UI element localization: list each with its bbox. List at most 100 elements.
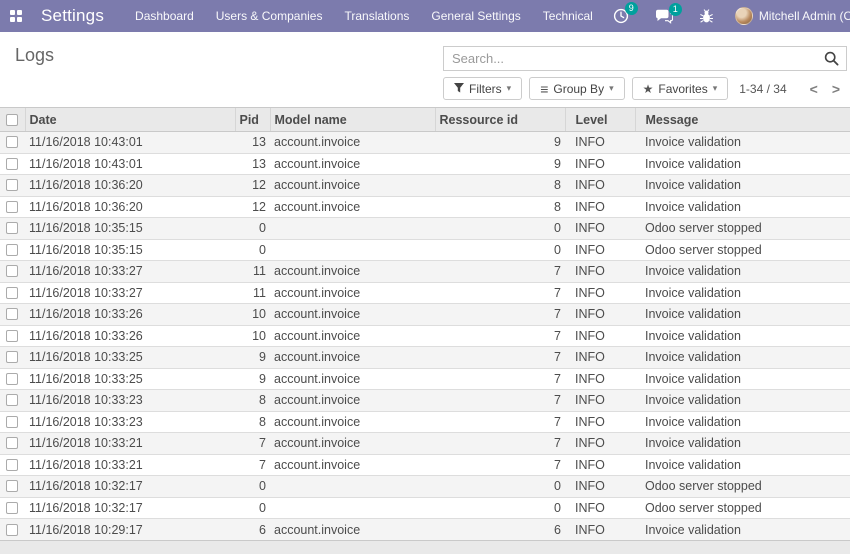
cell-ressource-id: 9 xyxy=(435,153,565,175)
row-checkbox[interactable] xyxy=(6,459,18,471)
apps-menu-icon[interactable] xyxy=(10,10,23,23)
row-checkbox[interactable] xyxy=(6,136,18,148)
activities-button[interactable]: 9 xyxy=(604,6,638,26)
table-row[interactable]: 11/16/2018 10:32:1700INFOOdoo server sto… xyxy=(0,497,850,519)
cell-model: account.invoice xyxy=(270,519,435,541)
row-checkbox[interactable] xyxy=(6,394,18,406)
table-row[interactable]: 11/16/2018 10:36:2012account.invoice8INF… xyxy=(0,196,850,218)
column-header-ressource-id[interactable]: Ressource id xyxy=(435,108,565,132)
cell-date: 11/16/2018 10:33:23 xyxy=(25,411,235,433)
cell-pid: 0 xyxy=(235,239,270,261)
row-checkbox[interactable] xyxy=(6,222,18,234)
table-row[interactable]: 11/16/2018 10:33:2711account.invoice7INF… xyxy=(0,261,850,283)
pager: 1-34 / 34 < > xyxy=(739,81,847,97)
row-checkbox[interactable] xyxy=(6,308,18,320)
row-checkbox[interactable] xyxy=(6,201,18,213)
table-row[interactable]: 11/16/2018 10:35:1500INFOOdoo server sto… xyxy=(0,218,850,240)
row-select-cell xyxy=(0,196,25,218)
cell-ressource-id: 0 xyxy=(435,497,565,519)
column-header-pid[interactable]: Pid xyxy=(235,108,270,132)
row-select-cell xyxy=(0,325,25,347)
group-by-label: Group By xyxy=(553,82,604,96)
row-select-cell xyxy=(0,454,25,476)
cell-ressource-id: 7 xyxy=(435,411,565,433)
table-row[interactable]: 11/16/2018 10:33:217account.invoice7INFO… xyxy=(0,433,850,455)
table-row[interactable]: 11/16/2018 10:33:259account.invoice7INFO… xyxy=(0,368,850,390)
column-header-model-name[interactable]: Model name xyxy=(270,108,435,132)
row-checkbox[interactable] xyxy=(6,416,18,428)
cell-ressource-id: 7 xyxy=(435,304,565,326)
pager-previous-button[interactable]: < xyxy=(803,81,825,97)
cell-message: Invoice validation xyxy=(635,433,850,455)
cell-date: 11/16/2018 10:43:01 xyxy=(25,153,235,175)
row-select-cell xyxy=(0,347,25,369)
table-row[interactable]: 11/16/2018 10:33:2610account.invoice7INF… xyxy=(0,325,850,347)
row-checkbox[interactable] xyxy=(6,158,18,170)
column-header-level[interactable]: Level xyxy=(565,108,635,132)
table-row[interactable]: 11/16/2018 10:43:0113account.invoice9INF… xyxy=(0,132,850,154)
cell-date: 11/16/2018 10:33:25 xyxy=(25,347,235,369)
log-table-body: 11/16/2018 10:43:0113account.invoice9INF… xyxy=(0,132,850,541)
cell-pid: 8 xyxy=(235,390,270,412)
table-row[interactable]: 11/16/2018 10:35:1500INFOOdoo server sto… xyxy=(0,239,850,261)
group-by-button[interactable]: ≡ Group By ▾ xyxy=(529,77,624,100)
table-row[interactable]: 11/16/2018 10:33:2711account.invoice7INF… xyxy=(0,282,850,304)
select-all-checkbox[interactable] xyxy=(6,114,18,126)
row-select-cell xyxy=(0,411,25,433)
table-row[interactable]: 11/16/2018 10:32:1700INFOOdoo server sto… xyxy=(0,476,850,498)
filters-button[interactable]: Filters ▾ xyxy=(443,77,522,100)
search-icon[interactable] xyxy=(824,51,839,66)
table-row[interactable]: 11/16/2018 10:43:0113account.invoice9INF… xyxy=(0,153,850,175)
cell-message: Odoo server stopped xyxy=(635,476,850,498)
favorites-button[interactable]: ★ Favorites ▾ xyxy=(632,77,729,100)
current-app-title[interactable]: Settings xyxy=(41,6,104,26)
menu-item-dashboard[interactable]: Dashboard xyxy=(124,0,205,32)
star-icon: ★ xyxy=(643,83,654,95)
menu-item-translations[interactable]: Translations xyxy=(333,0,420,32)
cell-date: 11/16/2018 10:33:26 xyxy=(25,304,235,326)
filter-icon xyxy=(454,83,464,95)
row-select-cell xyxy=(0,433,25,455)
cell-date: 11/16/2018 10:36:20 xyxy=(25,196,235,218)
menu-item-general-settings[interactable]: General Settings xyxy=(420,0,531,32)
chevron-down-icon: ▾ xyxy=(507,83,512,94)
row-checkbox[interactable] xyxy=(6,351,18,363)
row-checkbox[interactable] xyxy=(6,480,18,492)
cell-pid: 10 xyxy=(235,325,270,347)
systray: 9 1 Mitchell Admin (Odoo_12) xyxy=(604,6,850,26)
row-checkbox[interactable] xyxy=(6,265,18,277)
row-checkbox[interactable] xyxy=(6,244,18,256)
row-checkbox[interactable] xyxy=(6,437,18,449)
user-menu[interactable]: Mitchell Admin (Odoo_12) xyxy=(731,7,850,25)
row-checkbox[interactable] xyxy=(6,502,18,514)
row-checkbox[interactable] xyxy=(6,373,18,385)
cell-date: 11/16/2018 10:35:15 xyxy=(25,239,235,261)
table-row[interactable]: 11/16/2018 10:33:238account.invoice7INFO… xyxy=(0,411,850,433)
table-row[interactable]: 11/16/2018 10:33:217account.invoice7INFO… xyxy=(0,454,850,476)
cell-model: account.invoice xyxy=(270,153,435,175)
messages-badge: 1 xyxy=(669,3,682,16)
row-checkbox[interactable] xyxy=(6,330,18,342)
table-row[interactable]: 11/16/2018 10:36:2012account.invoice8INF… xyxy=(0,175,850,197)
table-row[interactable]: 11/16/2018 10:33:238account.invoice7INFO… xyxy=(0,390,850,412)
column-header-date[interactable]: Date xyxy=(25,108,235,132)
column-header-message[interactable]: Message xyxy=(635,108,850,132)
cell-pid: 11 xyxy=(235,261,270,283)
messages-button[interactable]: 1 xyxy=(646,7,682,26)
menu-item-technical[interactable]: Technical xyxy=(532,0,604,32)
cell-level: INFO xyxy=(565,368,635,390)
cell-ressource-id: 7 xyxy=(435,454,565,476)
debug-button[interactable] xyxy=(690,7,723,26)
table-row[interactable]: 11/16/2018 10:29:176account.invoice6INFO… xyxy=(0,519,850,541)
row-checkbox[interactable] xyxy=(6,179,18,191)
table-row[interactable]: 11/16/2018 10:33:259account.invoice7INFO… xyxy=(0,347,850,369)
cell-message: Odoo server stopped xyxy=(635,218,850,240)
bars-icon: ≡ xyxy=(540,82,548,96)
table-row[interactable]: 11/16/2018 10:33:2610account.invoice7INF… xyxy=(0,304,850,326)
menu-item-users-companies[interactable]: Users & Companies xyxy=(205,0,334,32)
cell-level: INFO xyxy=(565,476,635,498)
row-checkbox[interactable] xyxy=(6,287,18,299)
pager-next-button[interactable]: > xyxy=(825,81,847,97)
search-input[interactable] xyxy=(444,51,824,66)
row-checkbox[interactable] xyxy=(6,524,18,536)
